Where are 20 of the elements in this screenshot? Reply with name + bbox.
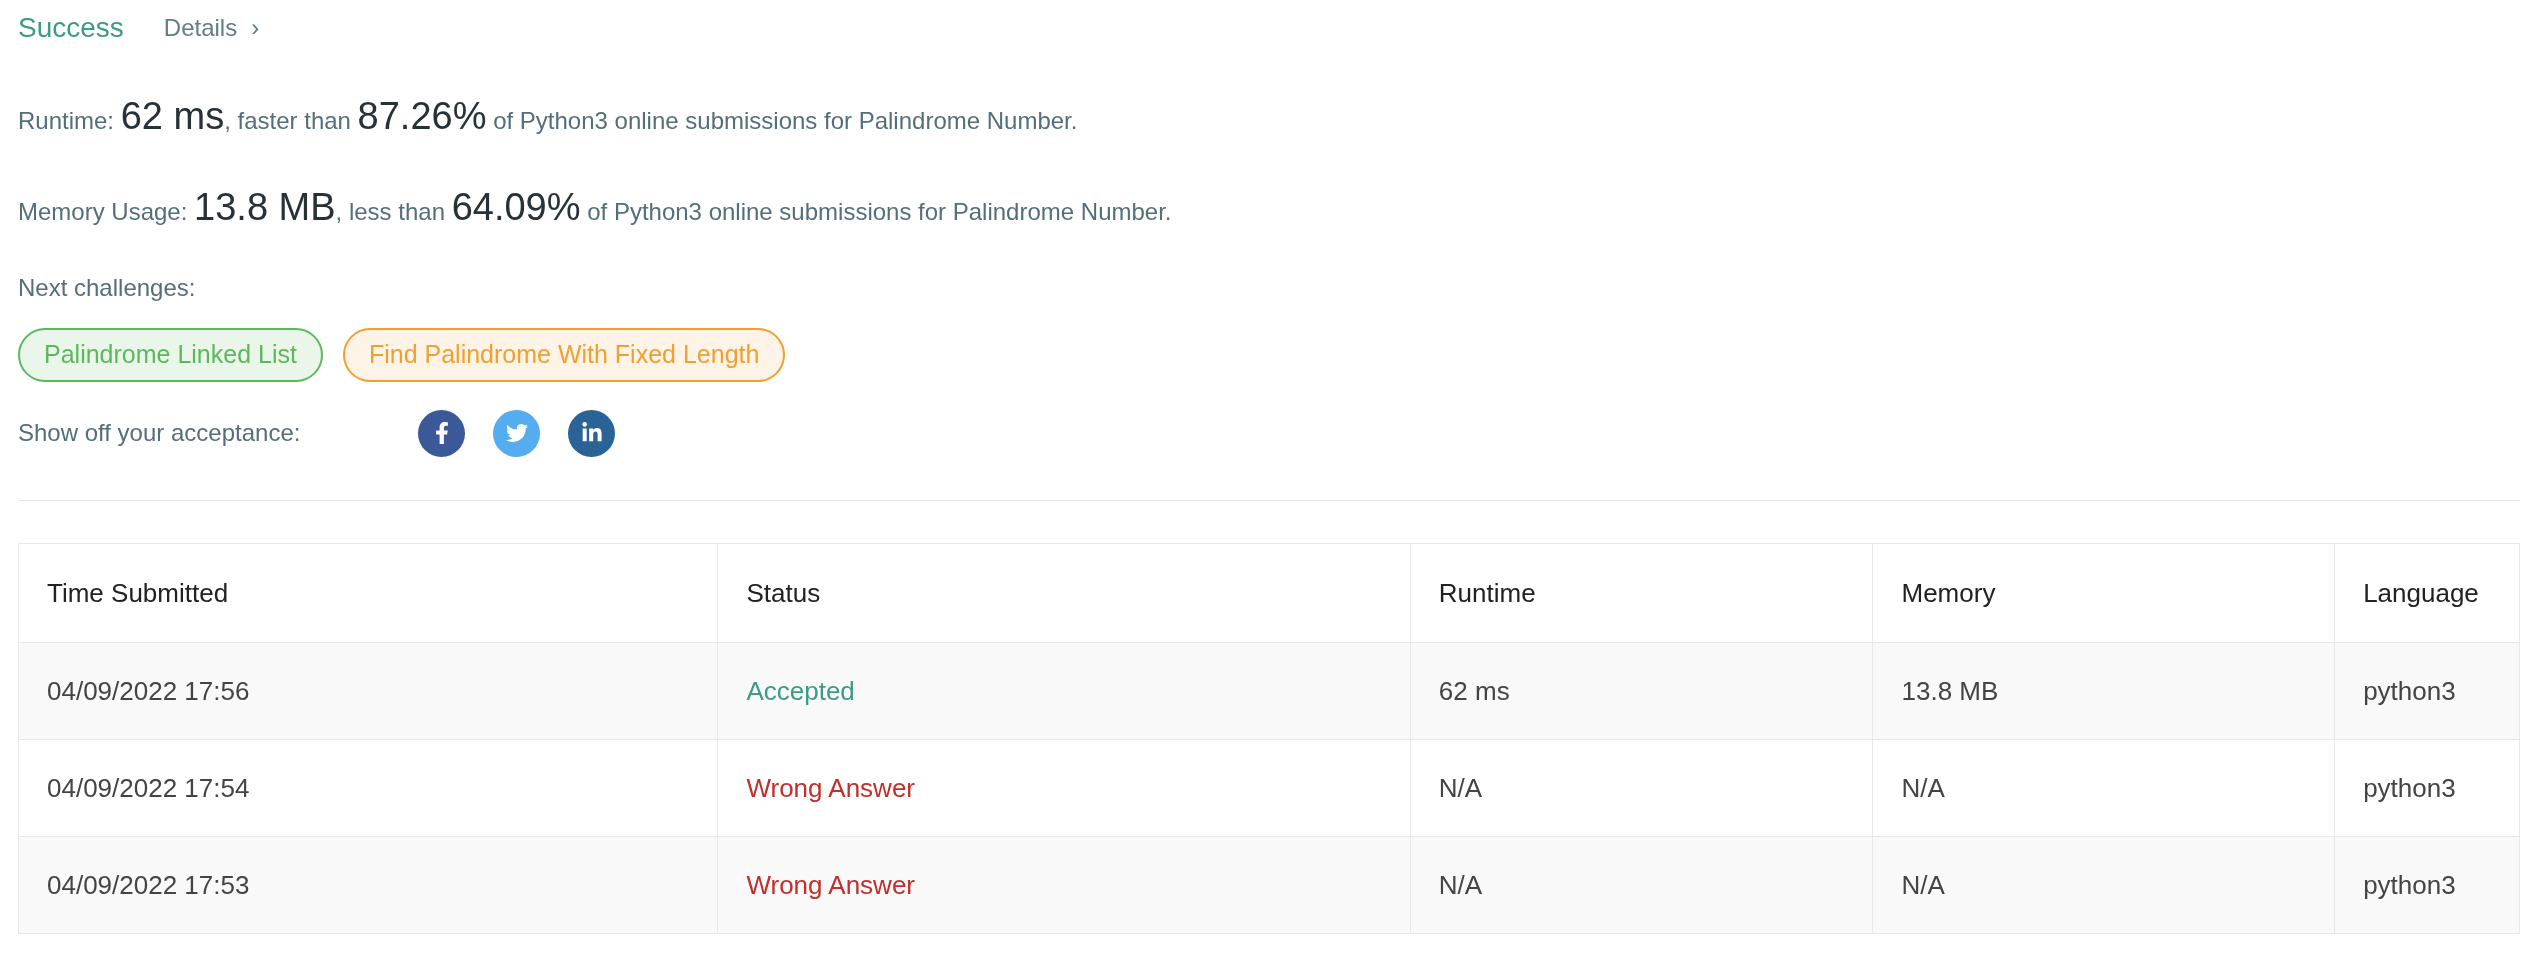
table-cell-text: python3 [2362,868,2457,902]
column-header: Language [2362,576,2480,610]
status-cell: Wrong Answer [718,837,1411,933]
table-cell-text: python3 [2362,674,2457,708]
memory-sentence: Memory Usage: 13.8 MB, less than 64.09% of Python3 online submissions for Palindrome Number. [18,187,1173,230]
runtime-sentence: Runtime: 62 ms, faster than 87.26% of Python3 online submissions for Palindrome Number. [18,96,1079,139]
table-cell-text: python3 [2362,771,2457,805]
share-button[interactable] [418,409,465,457]
result-title: Success [18,11,124,45]
details-link[interactable]: Details › [163,10,260,46]
challenge-tag[interactable]: Find Palindrome With Fixed Length [342,328,786,382]
share-label: Show off your acceptance: [18,418,302,448]
table-cell: N/A [1410,837,1874,933]
bird-icon [505,422,528,444]
table-cell: 04/09/2022 17:53 [19,837,719,933]
share-button[interactable] [568,409,615,457]
next-challenges-label: Next challenges: [18,273,196,303]
in-letter-icon [580,422,603,444]
challenge-tag[interactable]: Palindrome Linked List [18,328,323,382]
table-cell: N/A [1873,837,2336,933]
